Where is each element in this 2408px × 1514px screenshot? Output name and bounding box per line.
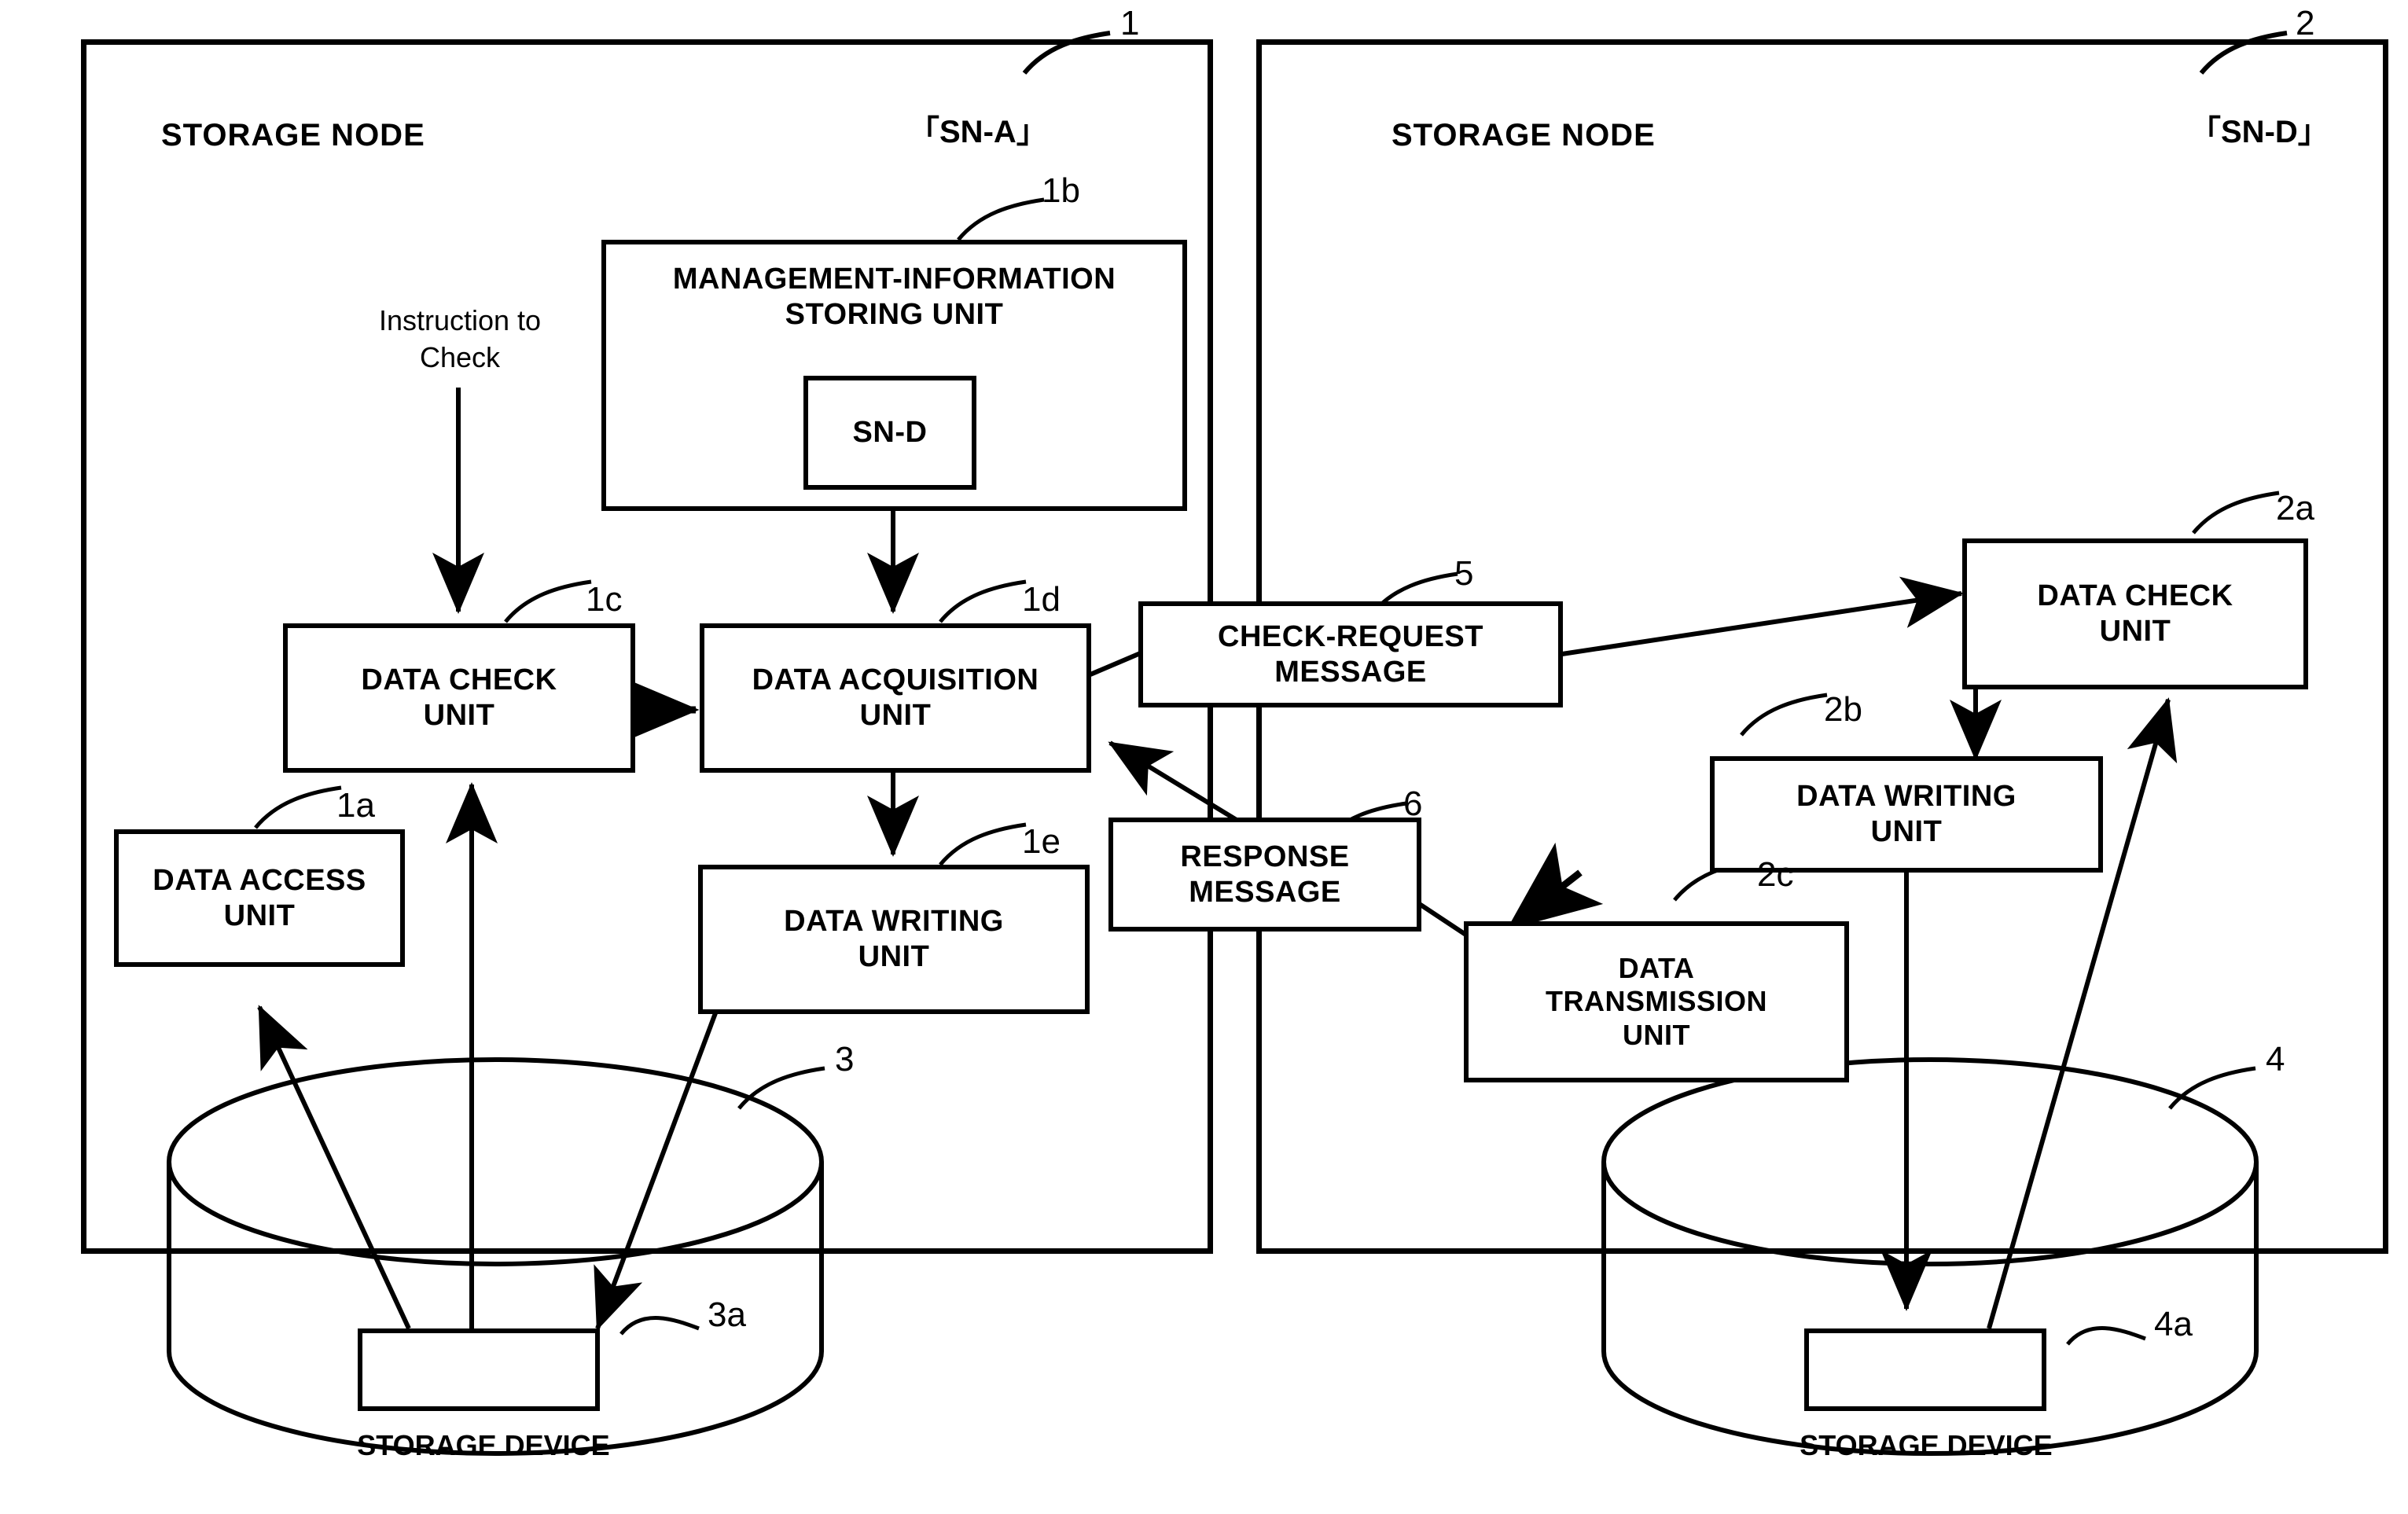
- storage-device-4-ref: 4: [2266, 1040, 2285, 1079]
- left-data-access-unit-ref: 1a: [336, 786, 375, 825]
- storage-device-3-ref: 3: [835, 1040, 855, 1079]
- response-message[interactable]: RESPONSE MESSAGE: [1108, 818, 1421, 932]
- storage-device-4-data-block[interactable]: [1804, 1328, 2046, 1411]
- right-data-writing-unit-ref: 2b: [1824, 690, 1862, 729]
- storage-device-3-label: STORAGE DEVICE: [357, 1429, 610, 1461]
- right-data-transmission-unit[interactable]: DATA TRANSMISSION UNIT: [1464, 921, 1849, 1082]
- management-unit-entry-sn-d[interactable]: SN-D: [803, 376, 976, 490]
- storage-device-4-data-ref: 4a: [2154, 1305, 2193, 1343]
- left-data-writing-unit-label: DATA WRITING UNIT: [784, 905, 1004, 973]
- right-data-transmission-unit-ref: 2c: [1757, 855, 1794, 894]
- right-data-check-unit[interactable]: DATA CHECK UNIT: [1962, 538, 2308, 689]
- left-data-access-unit[interactable]: DATA ACCESS UNIT: [114, 829, 405, 967]
- response-message-ref: 6: [1403, 785, 1423, 823]
- check-request-message-ref: 5: [1454, 554, 1474, 593]
- storage-device-4-label: STORAGE DEVICE: [1800, 1429, 2053, 1461]
- left-data-check-unit[interactable]: DATA CHECK UNIT: [283, 623, 635, 773]
- response-message-label: RESPONSE MESSAGE: [1180, 840, 1350, 909]
- right-data-check-unit-ref: 2a: [2276, 489, 2314, 527]
- left-data-writing-unit[interactable]: DATA WRITING UNIT: [698, 865, 1090, 1014]
- diagram-canvas: STORAGE NODE 「SN-A」 1 STORAGE NODE 「SN-D…: [0, 0, 2408, 1514]
- management-unit-ref: 1b: [1042, 171, 1080, 210]
- right-data-check-unit-label: DATA CHECK UNIT: [2037, 579, 2233, 648]
- management-unit-entry-label: SN-D: [852, 416, 928, 450]
- left-data-check-unit-label: DATA CHECK UNIT: [361, 663, 557, 732]
- right-data-writing-unit-label: DATA WRITING UNIT: [1796, 780, 2016, 848]
- left-data-acquisition-unit-label: DATA ACQUISITION UNIT: [752, 663, 1039, 732]
- storage-device-3-data-block[interactable]: [358, 1328, 600, 1411]
- storage-device-3-data-ref: 3a: [708, 1295, 746, 1334]
- management-unit-label: MANAGEMENT-INFORMATION STORING UNIT: [672, 263, 1116, 331]
- left-data-check-unit-ref: 1c: [586, 580, 623, 619]
- right-data-transmission-unit-label: DATA TRANSMISSION UNIT: [1545, 951, 1767, 1051]
- left-data-acquisition-unit-ref: 1d: [1022, 580, 1061, 619]
- instruction-to-check-label: Instruction to Check: [378, 304, 542, 373]
- check-request-message[interactable]: CHECK-REQUEST MESSAGE: [1138, 601, 1563, 707]
- left-data-writing-unit-ref: 1e: [1022, 822, 1061, 861]
- check-request-message-label: CHECK-REQUEST MESSAGE: [1218, 619, 1483, 689]
- left-data-access-unit-label: DATA ACCESS UNIT: [153, 863, 366, 932]
- left-data-acquisition-unit[interactable]: DATA ACQUISITION UNIT: [700, 623, 1091, 773]
